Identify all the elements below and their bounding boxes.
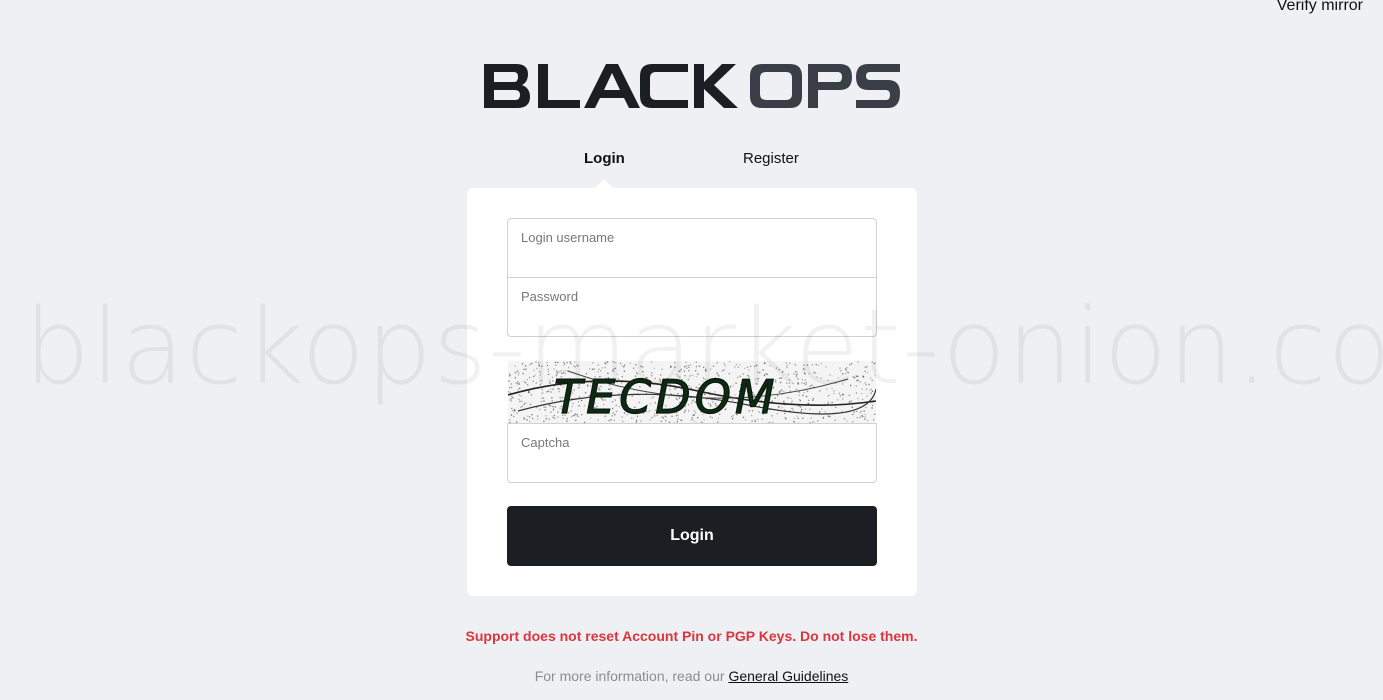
- password-label: Password: [521, 289, 579, 304]
- login-button[interactable]: Login: [507, 506, 877, 566]
- auth-tabs: Login Register: [467, 148, 917, 188]
- login-card: Login username Password TECDOM Captcha L…: [467, 188, 917, 596]
- general-guidelines-link[interactable]: General Guidelines: [728, 668, 848, 684]
- username-input[interactable]: [520, 249, 864, 271]
- black-ops-logo: [484, 64, 900, 108]
- captcha-noise: TECDOM: [508, 361, 876, 423]
- captcha-field[interactable]: Captcha: [507, 423, 877, 483]
- info-prefix: For more information, read our: [534, 668, 725, 684]
- support-warning: Support does not reset Account Pin or PG…: [465, 628, 918, 644]
- password-input[interactable]: [520, 308, 864, 330]
- tab-register[interactable]: Register: [743, 150, 799, 167]
- login-page: Verify mirror Login Register Login usern…: [0, 0, 1383, 700]
- captcha-label: Captcha: [521, 435, 570, 450]
- active-tab-indicator: [595, 179, 613, 188]
- username-label: Login username: [521, 230, 615, 245]
- captcha-image: TECDOM: [508, 361, 876, 423]
- username-field[interactable]: Login username: [507, 218, 877, 278]
- guidelines-info: For more information, read our General G…: [0, 668, 1383, 684]
- captcha-text: TECDOM: [554, 370, 779, 423]
- password-field[interactable]: Password: [507, 277, 877, 337]
- tab-login[interactable]: Login: [584, 150, 625, 167]
- verify-mirror-link[interactable]: Verify mirror: [1277, 0, 1363, 15]
- captcha-input[interactable]: [520, 454, 864, 476]
